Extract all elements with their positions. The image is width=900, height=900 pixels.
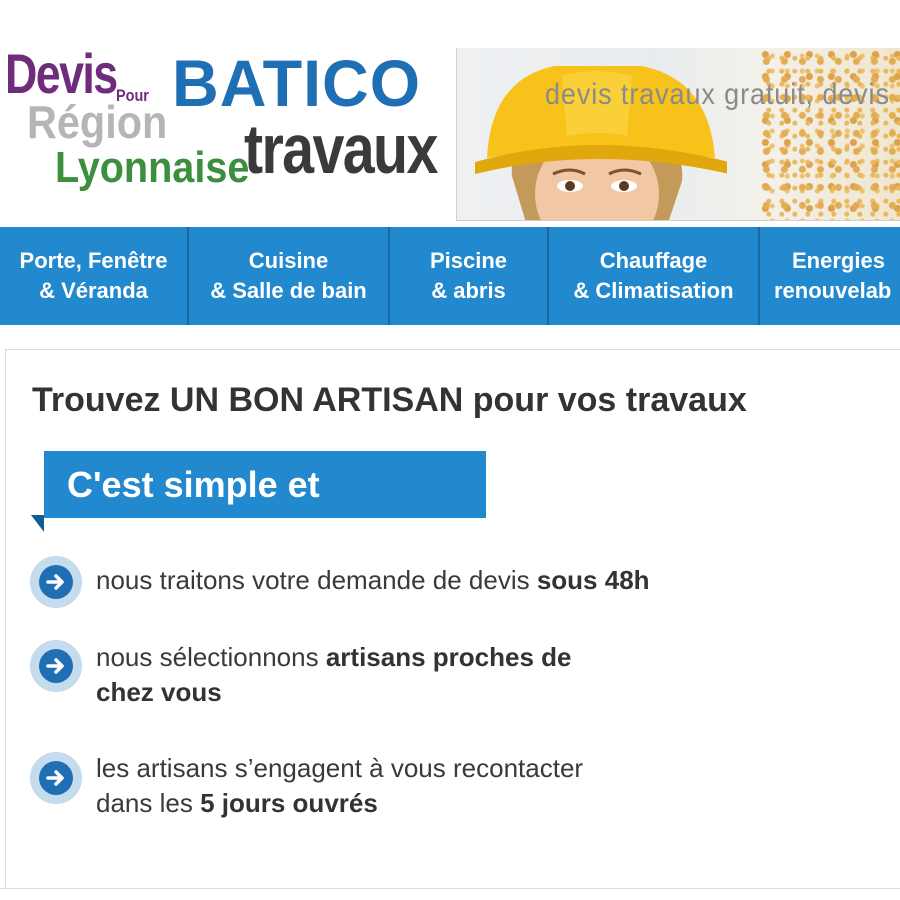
nav-item-label-line1: Piscine [429,248,508,273]
arrow-right-circle-icon [30,640,82,692]
nav-item-piscine-abris[interactable]: Piscine & abris [390,227,549,325]
header-banner: devis travaux gratuit, devis [456,48,900,221]
nav-item-energies-renouvelables[interactable]: Energies renouvelab [760,227,900,325]
banner-texture [761,48,900,220]
nav-item-porte-fenetre-veranda[interactable]: Porte, Fenêtre & Véranda [0,227,189,325]
benefit-text-bold: artisans proches de [325,642,572,672]
divider [0,888,900,889]
main-navigation: Porte, Fenêtre & Véranda Cuisine & Salle… [0,227,900,325]
nav-item-label-line2: & Climatisation [573,278,734,303]
benefit-text: nous traitons votre demande de devis [96,565,537,595]
page-title: Trouvez UN BON ARTISAN pour vos travaux [32,381,747,419]
ribbon-title: C'est simple et [67,464,320,505]
nav-item-label-line1: Cuisine [248,248,329,273]
benefit-item-1: nous traitons votre demande de devis sou… [96,563,650,598]
benefit-text: les artisans s’engagent à vous recontact… [96,753,584,783]
benefit-text-bold: sous 48h [536,565,650,595]
benefit-text: nous sélectionnons [96,642,326,672]
nav-item-label-line1: Porte, Fenêtre [19,248,168,273]
benefit-text-bold: chez vous [96,677,222,707]
benefit-item-3: les artisans s’engagent à vous recontact… [96,751,583,821]
arrow-right-circle-icon [30,752,82,804]
nav-item-label-line1: Chauffage [599,248,708,273]
nav-item-chauffage-climatisation[interactable]: Chauffage & Climatisation [549,227,760,325]
logo-word-lyonnaise: Lyonnaise [55,143,250,192]
nav-item-label-line2: renouvelab [774,278,892,303]
site-logo[interactable]: Devis Pour Région Lyonnaise BATICO trava… [0,0,450,222]
ribbon-fold [31,515,44,532]
nav-item-label-line2: & Salle de bain [210,278,367,303]
banner-slogan: devis travaux gratuit, devis [545,78,890,111]
benefit-text: dans les [96,788,201,818]
logo-word-devis: Devis [5,42,118,105]
logo-word-region: Région [27,96,168,148]
nav-item-label-line1: Energies [792,248,885,273]
benefit-text-bold: 5 jours ouvrés [200,788,378,818]
arrow-right-circle-icon [30,556,82,608]
benefit-item-2: nous sélectionnons artisans proches de c… [96,640,571,710]
nav-item-cuisine-salle-de-bain[interactable]: Cuisine & Salle de bain [189,227,390,325]
logo-word-batico: BATICO [172,46,422,120]
nav-item-label-line2: & abris [431,278,506,303]
logo-word-travaux: travaux [244,110,438,188]
nav-item-label-line2: & Véranda [39,278,148,303]
